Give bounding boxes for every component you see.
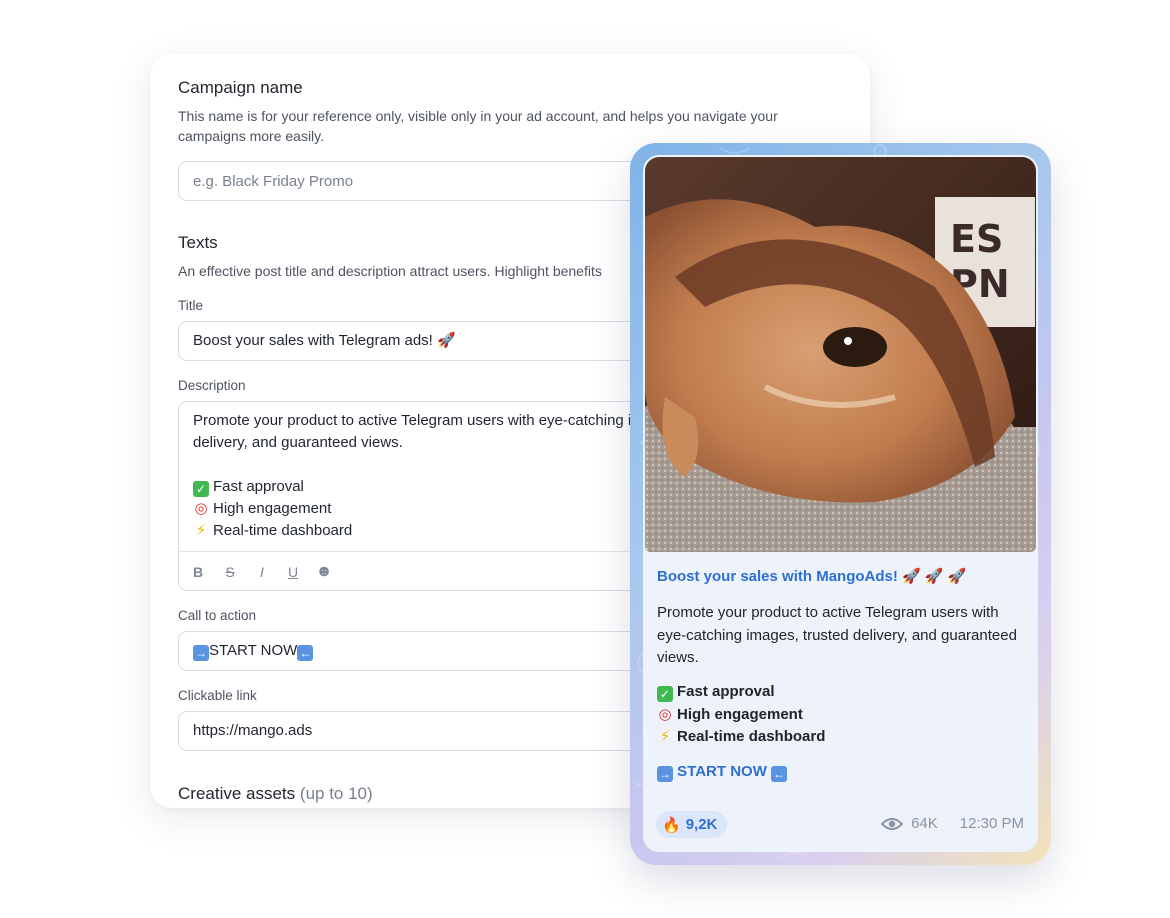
campaign-name-heading: Campaign name	[178, 78, 303, 97]
check-icon: ✓	[657, 686, 673, 702]
cat-photo: ES PN	[645, 157, 1036, 552]
link-label: Clickable link	[178, 688, 257, 703]
fire-icon: 🔥	[662, 816, 681, 834]
fire-reaction[interactable]: 🔥 9,2K	[656, 811, 728, 838]
view-count: 64K	[911, 815, 938, 832]
message-time: 12:30 PM	[959, 815, 1024, 832]
message-bullet: ⚡ Real-time dashboard	[657, 726, 826, 749]
lightning-icon: ⚡	[195, 522, 207, 539]
bold-button[interactable]: B	[187, 561, 209, 583]
arrow-left-icon: ←	[771, 766, 788, 782]
italic-button[interactable]: I	[251, 561, 273, 583]
arrow-right-icon: →	[657, 766, 673, 782]
target-icon: ◎	[658, 705, 672, 723]
svg-text:ES: ES	[950, 217, 1003, 261]
target-icon: ◎	[194, 500, 208, 517]
message-bullet: ◎ High engagement	[657, 704, 825, 727]
lightning-icon: ⚡	[659, 728, 671, 745]
emoji-button[interactable]: ☻	[313, 561, 335, 583]
arrow-right-icon: →	[193, 645, 209, 661]
arrow-left-icon: ←	[297, 645, 314, 661]
cta-label: Call to action	[178, 608, 257, 623]
texts-heading: Texts	[178, 233, 218, 252]
campaign-name-description: This name is for your reference only, vi…	[178, 108, 778, 144]
message-bullet: ✓ Fast approval	[657, 681, 825, 704]
message-bullets: ✓ Fast approval ◎ High engagement ⚡ Real-ti…	[657, 681, 825, 749]
media-image-cat[interactable]: ES PN	[645, 157, 1036, 552]
message-body: Promote your product to active Telegram …	[657, 604, 1017, 666]
eye-icon	[881, 817, 904, 830]
description-label: Description	[178, 378, 246, 393]
message-cta-link[interactable]: → START NOW ←	[657, 763, 788, 782]
strikethrough-button[interactable]: S	[219, 561, 241, 583]
message-bubble: ES PN Boost your sales with MangoAds! 🚀 …	[643, 155, 1038, 852]
creative-assets-heading: Creative assets (up to 10)	[178, 784, 373, 803]
message-title: Boost your sales with MangoAds! 🚀 🚀 🚀	[657, 568, 967, 585]
message-meta: 64K 12:30 PM	[881, 815, 1024, 832]
reaction-count: 9,2K	[685, 816, 718, 833]
title-label: Title	[178, 298, 204, 313]
check-icon: ✓	[193, 481, 209, 497]
underline-button[interactable]: U	[282, 561, 304, 583]
telegram-preview-frame: ES PN Boost your sales with MangoAds! 🚀 …	[630, 143, 1051, 865]
